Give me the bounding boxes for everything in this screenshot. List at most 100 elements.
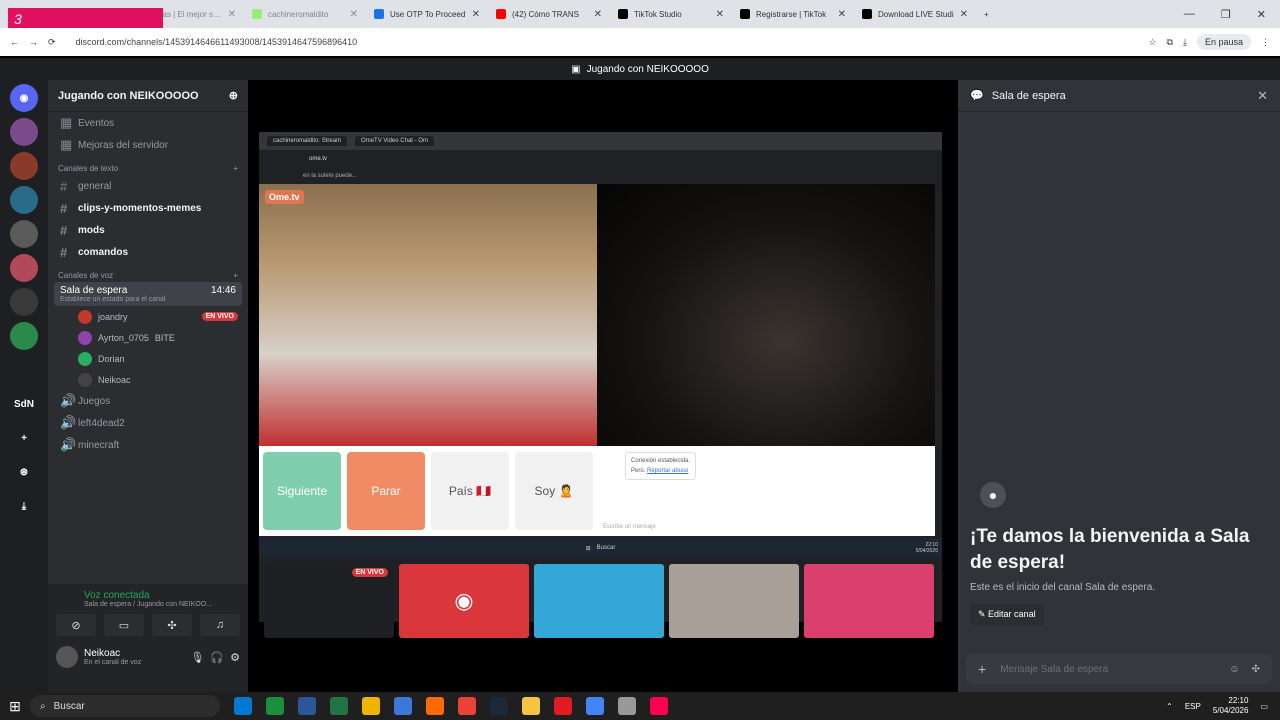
soundboard-icon[interactable]: ♫ [200, 614, 240, 636]
profile-button[interactable]: En pausa [1196, 34, 1251, 50]
taskbar-search[interactable]: ⌕ Buscar [30, 695, 220, 717]
tab-close-icon[interactable]: ✕ [350, 9, 358, 20]
taskbar-app-icon[interactable] [490, 697, 508, 715]
camera-off-icon[interactable]: ⊘ [56, 614, 96, 636]
taskbar-app-icon[interactable] [234, 697, 252, 715]
browser-tab[interactable]: cachineromaldito ✕ [244, 0, 366, 28]
download-icon[interactable]: ⤓ [1183, 37, 1187, 48]
message-input[interactable]: + Mensaje Sala de espera ☺ ✣ [966, 654, 1272, 684]
participant-tile[interactable]: ◉ [399, 564, 529, 638]
avatar[interactable] [56, 646, 78, 668]
server-icon[interactable] [10, 118, 38, 146]
notification-icon[interactable]: ▭ [1260, 702, 1268, 711]
server-icon[interactable] [10, 186, 38, 214]
server-header[interactable]: Jugando con NEIKOOOOO ⊕ [48, 80, 248, 112]
headphones-icon[interactable]: 🎧 [210, 651, 224, 664]
server-icon[interactable]: SdN [10, 390, 38, 418]
minimize-icon[interactable]: — [1184, 8, 1195, 21]
text-channel[interactable]: # mods [48, 219, 248, 241]
menu-icon[interactable]: ⋮ [1261, 37, 1270, 48]
text-category[interactable]: Canales de texto + [48, 156, 248, 175]
tab-close-icon[interactable]: ✕ [838, 9, 846, 20]
tab-close-icon[interactable]: ✕ [960, 9, 968, 20]
apps-icon[interactable]: ✣ [1252, 664, 1260, 675]
tab-close-icon[interactable]: ✕ [228, 9, 236, 20]
server-icon[interactable] [10, 288, 38, 316]
close-icon[interactable]: ✕ [1257, 88, 1268, 104]
taskbar-app-icon[interactable] [266, 697, 284, 715]
voice-user[interactable]: Dorian [48, 348, 248, 369]
close-icon[interactable]: ✕ [1257, 8, 1266, 21]
screen-share-icon[interactable]: ▭ [104, 614, 144, 636]
browser-tab[interactable]: Registrarse | TikTok ✕ [732, 0, 854, 28]
forward-icon[interactable]: → [29, 37, 38, 47]
taskbar-app-icon[interactable] [298, 697, 316, 715]
server-menu-item[interactable]: ▦ Mejoras del servidor [48, 134, 248, 156]
add-channel-icon[interactable]: + [233, 164, 238, 173]
server-icon[interactable] [10, 254, 38, 282]
download-icon[interactable]: ⤓ [10, 492, 38, 520]
server-icon[interactable] [10, 356, 38, 384]
voice-channel[interactable]: 🔊 minecraft [48, 434, 248, 456]
maximize-icon[interactable]: ❐ [1221, 8, 1231, 21]
chevron-up-icon[interactable]: ⌃ [1166, 702, 1173, 711]
clock[interactable]: 22:10 5/04/2026 [1213, 696, 1249, 716]
taskbar-app-icon[interactable] [586, 697, 604, 715]
participant-tile[interactable] [534, 564, 664, 638]
taskbar-app-icon[interactable] [522, 697, 540, 715]
server-menu-item[interactable]: ▦ Eventos [48, 112, 248, 134]
url-input[interactable]: discord.com/channels/1453914646611493008… [66, 32, 1139, 52]
tab-close-icon[interactable]: ✕ [594, 9, 602, 20]
text-channel[interactable]: # comandos [48, 241, 248, 263]
country-button[interactable]: País 🇵🇪 [431, 452, 509, 530]
gender-button[interactable]: Soy 🙎 [515, 452, 593, 530]
windows-start-icon[interactable]: ⊞ [0, 698, 30, 715]
add-member-icon[interactable]: ⊕ [229, 89, 238, 102]
explore-icon[interactable]: ⊛ [10, 458, 38, 486]
taskbar-app-icon[interactable] [394, 697, 412, 715]
back-icon[interactable]: ← [10, 37, 19, 47]
browser-tab[interactable]: Download LIVE Studi ✕ [854, 0, 976, 28]
reload-icon[interactable]: ⟳ [48, 37, 56, 48]
browser-tab[interactable]: (42) Cómo TRANS ✕ [488, 0, 610, 28]
participant-tile[interactable] [804, 564, 934, 638]
stream-stage[interactable]: cachineromaldito: Stream OmeTV Video Chat… [248, 80, 954, 692]
taskbar-app-icon[interactable] [426, 697, 444, 715]
voice-channel[interactable]: 🔊 Juegos [48, 390, 248, 412]
taskbar-app-icon[interactable] [330, 697, 348, 715]
tab-close-icon[interactable]: ✕ [716, 9, 724, 20]
voice-user[interactable]: Ayrton_0705 BITE [48, 327, 248, 348]
plus-icon[interactable]: + [978, 661, 986, 677]
server-icon[interactable] [10, 152, 38, 180]
server-icon[interactable] [10, 322, 38, 350]
voice-connected-sub[interactable]: Sala de espera / Jugando con NEIKOO... [48, 601, 248, 608]
server-icon[interactable]: + [10, 424, 38, 452]
new-tab-button[interactable]: + [976, 0, 1098, 28]
voice-channel-active[interactable]: Sala de espera 14:46 Establece un estado … [54, 282, 242, 306]
emoji-icon[interactable]: ☺ [1229, 664, 1239, 675]
browser-tab[interactable]: TikTok Studio ✕ [610, 0, 732, 28]
extensions-icon[interactable]: ⧉ [1167, 37, 1173, 48]
report-link[interactable]: Reportar abuso [647, 468, 688, 474]
browser-tab[interactable]: Use OTP To Proceed ✕ [366, 0, 488, 28]
stop-button[interactable]: Parar [347, 452, 425, 530]
star-icon[interactable]: ☆ [1148, 37, 1156, 48]
activities-icon[interactable]: ✣ [152, 614, 192, 636]
participant-tile[interactable]: EN VIVO [264, 564, 394, 638]
tab-close-icon[interactable]: ✕ [472, 9, 480, 20]
edit-channel-button[interactable]: ✎ Editar canal [970, 604, 1044, 625]
taskbar-app-icon[interactable] [362, 697, 380, 715]
next-button[interactable]: Siguiente [263, 452, 341, 530]
text-channel[interactable]: # clips-y-momentos-memes [48, 197, 248, 219]
mic-icon[interactable]: 🎙 [190, 651, 204, 664]
user-panel[interactable]: Neikoac En el canal de voz 🎙 🎧 ⚙ [48, 642, 248, 672]
voice-user[interactable]: joandry EN VIVO [48, 306, 248, 327]
voice-user[interactable]: Neikoac [48, 369, 248, 390]
taskbar-app-icon[interactable] [618, 697, 636, 715]
server-icon[interactable] [10, 220, 38, 248]
add-voice-icon[interactable]: + [233, 271, 238, 280]
voice-channel-status[interactable]: Establece un estado para el canal [60, 296, 236, 303]
chat-input[interactable]: Escribe un mensaje [603, 524, 656, 530]
language-indicator[interactable]: ESP [1185, 702, 1201, 711]
taskbar-app-icon[interactable] [650, 697, 668, 715]
